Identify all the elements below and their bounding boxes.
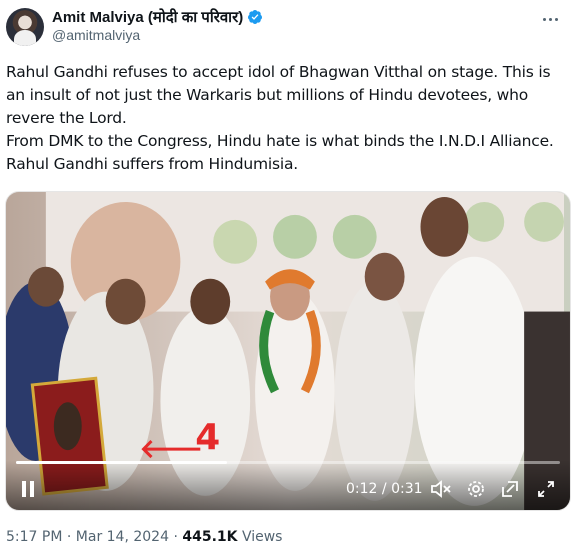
- meta-separator: ·: [62, 529, 76, 545]
- views-label: Views: [237, 529, 283, 545]
- author-name-row: Amit Malviya (मोदी का परिवार): [52, 7, 263, 27]
- video-progress-bar[interactable]: [16, 461, 560, 464]
- video-controls: 0:12 / 0:31: [6, 460, 570, 510]
- settings-gear-icon[interactable]: [466, 478, 486, 500]
- author-display-name[interactable]: Amit Malviya (मोदी का परिवार): [52, 7, 243, 27]
- video-overlay-number: 4: [195, 417, 220, 458]
- video-player[interactable]: 4 0:12 / 0:31: [5, 191, 571, 511]
- more-options-icon[interactable]: [538, 9, 562, 29]
- meta-separator: ·: [169, 529, 183, 545]
- tweet-text: Rahul Gandhi refuses to accept idol of B…: [6, 63, 554, 173]
- video-duration: 0:31: [391, 481, 423, 497]
- video-progress-fill: [16, 461, 227, 464]
- views-count: 445.1K: [182, 529, 238, 545]
- pip-icon[interactable]: [500, 478, 520, 500]
- pause-icon[interactable]: [20, 478, 36, 500]
- tweet-time[interactable]: 5:17 PM: [6, 529, 62, 545]
- author-avatar[interactable]: [6, 8, 44, 46]
- video-time-separator: /: [377, 481, 392, 497]
- mute-icon[interactable]: [430, 478, 452, 500]
- tweet-meta: 5:17 PM · Mar 14, 2024 · 445.1K Views: [6, 529, 282, 545]
- verified-badge-icon[interactable]: [247, 9, 263, 25]
- fullscreen-icon[interactable]: [536, 478, 556, 500]
- video-current-time: 0:12: [346, 481, 378, 497]
- video-time: 0:12 / 0:31: [346, 478, 423, 500]
- tweet-date[interactable]: Mar 14, 2024: [76, 529, 169, 545]
- tweet-header: Amit Malviya (मोदी का परिवार) @amitmalvi…: [0, 0, 576, 52]
- author-handle[interactable]: @amitmalviya: [52, 27, 140, 43]
